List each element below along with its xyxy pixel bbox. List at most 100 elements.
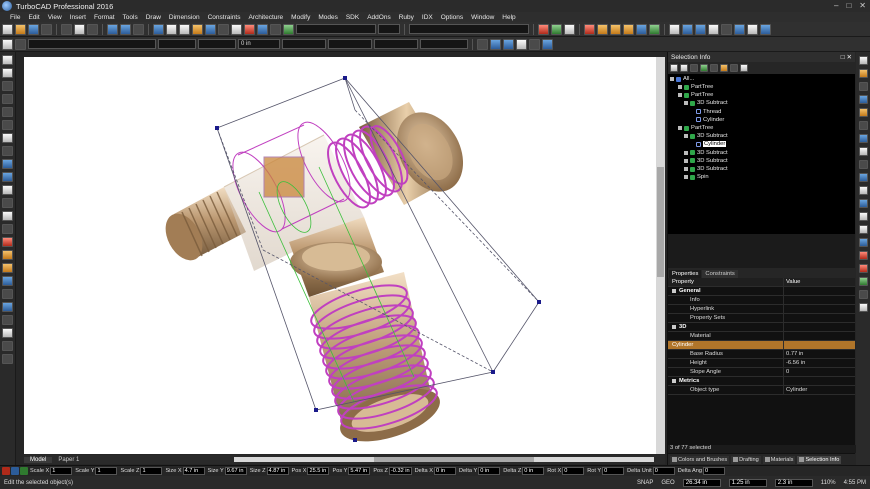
tab-materials[interactable]: Materials (762, 455, 796, 464)
paste-icon[interactable] (87, 23, 98, 35)
zoom-level[interactable]: 110% (817, 480, 840, 486)
pattern-combo[interactable] (374, 39, 418, 49)
tree-node[interactable]: PartTree (678, 125, 713, 131)
expand-toggle-icon[interactable] (684, 101, 688, 106)
scale-combo[interactable] (328, 39, 372, 49)
view-left-icon[interactable] (734, 23, 745, 35)
tab-selection-info[interactable]: Selection Info (797, 455, 842, 464)
globe-tool-icon[interactable] (858, 134, 868, 143)
zoom-window-icon[interactable] (153, 23, 164, 35)
collapse-icon[interactable] (730, 64, 738, 72)
menu-modes[interactable]: Modes (314, 14, 342, 21)
tree-icon[interactable] (700, 64, 708, 72)
inspector-field-input[interactable]: 0 in (522, 467, 545, 475)
expand-toggle-icon[interactable] (678, 93, 682, 98)
menu-edit[interactable]: Edit (24, 14, 43, 21)
view-top-icon[interactable] (669, 23, 680, 35)
inspector-field-input[interactable]: 0 in (433, 467, 456, 475)
render-tool-icon[interactable] (858, 95, 868, 104)
inspector-field-input[interactable]: 25.5 in (307, 467, 330, 475)
brush-combo[interactable] (198, 39, 236, 49)
expand-toggle-icon[interactable] (684, 134, 688, 139)
menu-ruby[interactable]: Ruby (395, 14, 418, 21)
workplane-icon[interactable] (257, 23, 268, 35)
finish-icon[interactable] (20, 467, 28, 475)
pen-color-combo[interactable] (158, 39, 196, 49)
zoom-out-icon[interactable] (179, 23, 190, 35)
inspector-field-input[interactable]: 0 (652, 467, 675, 475)
inspector-field-input[interactable]: 9.67 in (224, 467, 247, 475)
material-tool-icon[interactable] (858, 108, 868, 117)
cancel-icon[interactable] (2, 467, 10, 475)
palette-float-button[interactable]: □ (841, 54, 845, 61)
property-row[interactable]: Object type Cylinder (668, 386, 855, 395)
open-folder-icon[interactable] (15, 23, 26, 35)
inspector-field-input[interactable]: 0 (702, 467, 725, 475)
eraser-icon[interactable] (538, 23, 549, 35)
thickness-combo[interactable]: 0 in (238, 39, 280, 49)
close-button[interactable]: ✕ (859, 1, 866, 10)
menu-help[interactable]: Help (498, 14, 519, 21)
grid-icon[interactable] (283, 23, 294, 35)
menu-architecture[interactable]: Architecture (244, 14, 287, 21)
red-tool-icon[interactable] (2, 237, 13, 247)
revolve-tool-icon[interactable] (2, 211, 13, 221)
tree-node[interactable]: PartTree (678, 92, 713, 98)
inspector-field-input[interactable]: 1 (50, 467, 73, 475)
inspector-field-input[interactable]: 0 in (478, 467, 501, 475)
misc-tool-icon[interactable] (2, 354, 13, 364)
tab-drafting[interactable]: Drafting (731, 455, 761, 464)
menu-insert[interactable]: Insert (66, 14, 90, 21)
inspector-field-input[interactable]: 4.7 in (182, 467, 205, 475)
box-tool-icon[interactable] (2, 159, 13, 169)
viewport-horizontal-scrollbar[interactable] (234, 457, 654, 462)
property-row[interactable]: General (668, 287, 855, 296)
wireframe-icon[interactable] (218, 23, 229, 35)
property-row[interactable]: Slope Angle 0 (668, 368, 855, 377)
layer-manager-icon[interactable] (516, 38, 527, 50)
menu-sdk[interactable]: SDK (342, 14, 363, 21)
curve-tool-icon[interactable] (2, 120, 13, 130)
dimension-tool-icon[interactable] (2, 146, 13, 156)
menu-format[interactable]: Format (90, 14, 119, 21)
line-tool-icon[interactable] (2, 81, 13, 91)
tree-node[interactable]: 3D Subtract (684, 158, 728, 164)
scrollbar-thumb[interactable] (657, 167, 664, 277)
menu-options[interactable]: Options (437, 14, 467, 21)
camera-tool-icon[interactable] (858, 82, 868, 91)
property-value[interactable]: Cylinder (784, 387, 855, 393)
orbit-tool-icon[interactable] (858, 160, 868, 169)
cut-icon[interactable] (61, 23, 72, 35)
menu-file[interactable]: File (6, 14, 24, 21)
property-row[interactable]: Property Sets (668, 314, 855, 323)
sphere-icon[interactable] (858, 199, 868, 208)
redo-icon[interactable] (120, 23, 131, 35)
tab-constraints[interactable]: Constraints (702, 270, 738, 278)
green-marker-icon[interactable] (858, 277, 868, 286)
property-row[interactable]: Info (668, 296, 855, 305)
property-row[interactable]: Cylinder (668, 341, 855, 350)
view-tool-icon[interactable] (858, 56, 868, 65)
camera-icon[interactable] (760, 23, 771, 35)
snap-icon[interactable] (584, 23, 595, 35)
select-all-icon[interactable] (680, 64, 688, 72)
snap-vertex-icon[interactable] (597, 23, 608, 35)
green-tool-icon[interactable] (551, 23, 562, 35)
render-icon[interactable] (205, 23, 216, 35)
workplane-combo[interactable] (409, 24, 529, 34)
gear-icon[interactable] (858, 290, 868, 299)
snap-indicator[interactable]: SNAP (633, 480, 657, 486)
menu-view[interactable]: View (44, 14, 66, 21)
text-tool-icon[interactable] (2, 133, 13, 143)
new-file-icon[interactable] (2, 23, 13, 35)
menu-modify[interactable]: Modify (287, 14, 314, 21)
light-tool-icon[interactable] (858, 69, 868, 78)
tab-paper-1[interactable]: Paper 1 (52, 457, 85, 463)
font-combo[interactable] (420, 39, 468, 49)
redsdk-icon[interactable] (244, 23, 255, 35)
layer-combo[interactable] (296, 24, 376, 34)
section-tool-icon[interactable] (858, 121, 868, 130)
expand-toggle-icon[interactable] (684, 175, 688, 180)
viewport-vertical-scrollbar[interactable] (656, 57, 665, 454)
select-arrow-icon[interactable] (2, 55, 13, 65)
